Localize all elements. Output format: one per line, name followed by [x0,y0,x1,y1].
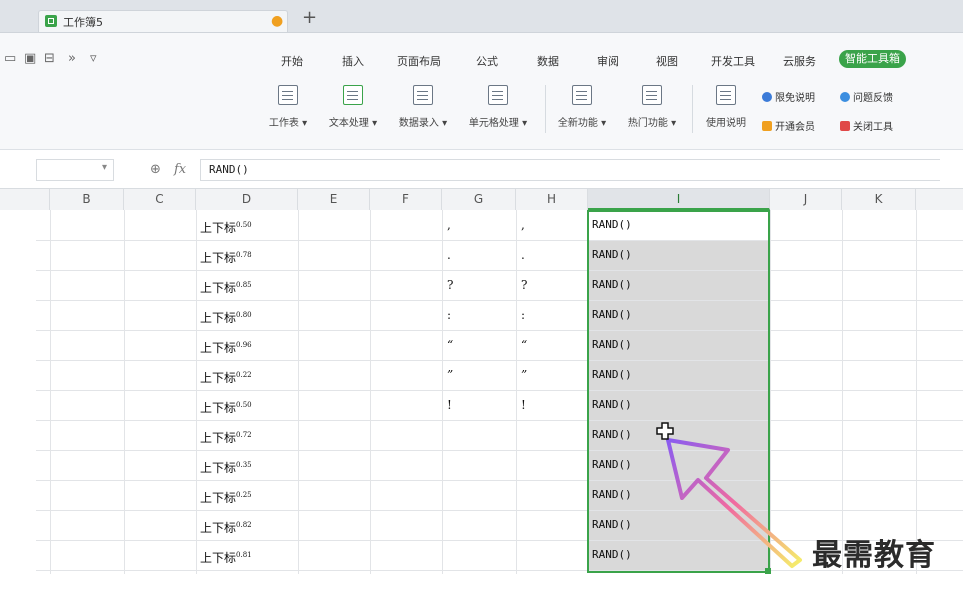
column-h-header[interactable]: H [516,189,588,210]
column-d-header[interactable]: D [196,189,298,210]
column-j-header[interactable]: J [770,189,842,210]
column-c-header[interactable]: C [124,189,196,210]
cell-processing-icon [488,85,508,105]
cell-g-row-7[interactable]: ! [447,390,452,420]
cell-d-row-6[interactable]: 上下标0.22 [200,360,252,390]
column-header: B C D E F G H I J K [0,189,963,211]
document-tab[interactable]: 工作簿5 ● [38,10,288,32]
column-f-header[interactable]: F [370,189,442,210]
ribbon-divider [692,85,693,133]
cell-h-row-3[interactable]: ? [521,270,527,300]
watermark: 最需教育 [812,538,936,573]
row-header-corner[interactable] [0,189,50,210]
close-icon [840,121,850,131]
fx-icon[interactable]: fx [174,162,186,177]
column-b-header[interactable]: B [50,189,124,210]
menu-page-layout[interactable]: 页面布局 [397,53,441,69]
column-header-filler [916,189,963,210]
feedback-button[interactable]: 问题反馈 [840,89,893,104]
formula-input[interactable]: RAND() [200,159,940,181]
cell-d-row-9[interactable]: 上下标0.35 [200,450,252,480]
menu-view[interactable]: 视图 [656,53,678,69]
text-processing-icon [343,85,363,105]
crown-icon [762,121,772,131]
bottom-area [0,574,963,589]
membership-button[interactable]: 开通会员 [762,118,815,133]
cell-d-row-11[interactable]: 上下标0.82 [200,510,252,540]
save-icon[interactable]: ▣ [24,51,36,66]
cell-d-row-8[interactable]: 上下标0.72 [200,420,252,450]
cell-g-row-4[interactable]: : [447,300,451,330]
menu-review[interactable]: 审阅 [597,53,619,69]
cell-d-row-10[interactable]: 上下标0.25 [200,480,252,510]
cell-h-row-2[interactable]: . [521,240,525,270]
new-features-button[interactable]: 全新功能 ▾ [550,85,614,130]
zoom-icon[interactable]: ⊕ [150,162,161,177]
print-icon[interactable]: ⊟ [44,51,55,66]
cell-h-row-7[interactable]: ! [521,390,526,420]
new-features-icon [572,85,592,105]
menu-cloud[interactable]: 云服务 [783,53,816,69]
worksheet-button[interactable]: 工作表 ▾ [262,85,314,130]
usage-guide-button[interactable]: 使用说明 [698,85,754,130]
cell-d-row-12[interactable]: 上下标0.81 [200,540,252,570]
unsaved-dot-icon: ● [271,13,284,29]
text-processing-button[interactable]: 文本处理 ▾ [320,85,386,130]
cell-d-row-1[interactable]: 上下标0.50 [200,210,252,240]
menu-smart-tools[interactable]: 智能工具箱 [839,50,906,68]
cell-d-row-5[interactable]: 上下标0.96 [200,330,252,360]
cell-g-row-3[interactable]: ? [447,270,453,300]
data-entry-button[interactable]: 数据录入 ▾ [390,85,456,130]
menu-insert[interactable]: 插入 [342,53,364,69]
menu-start[interactable]: 开始 [281,53,303,69]
formula-bar: ▾ ⊕ fx RAND() [0,150,963,189]
cell-g-row-6[interactable]: ” [447,360,453,390]
cell-d-row-7[interactable]: 上下标0.50 [200,390,252,420]
cell-d-row-2[interactable]: 上下标0.78 [200,240,252,270]
dropdown-icon[interactable]: ▿ [90,51,97,66]
help-icon [840,92,850,102]
open-icon[interactable]: ▭ [4,51,16,66]
cell-g-row-2[interactable]: . [447,240,451,270]
ribbon-divider [545,85,546,133]
cell-h-row-1[interactable]: , [521,210,525,240]
worksheet-icon [278,85,298,105]
cell-g-row-5[interactable]: “ [447,330,453,360]
new-tab-button[interactable]: + [302,8,317,28]
annotation-arrow-icon [666,438,802,568]
column-g-header[interactable]: G [442,189,516,210]
name-box[interactable]: ▾ [36,159,114,181]
document-title: 工作簿5 [63,16,103,29]
cell-processing-button[interactable]: 单元格处理 ▾ [459,85,537,130]
popular-features-icon [642,85,662,105]
usage-guide-icon [716,85,736,105]
cell-h-row-4[interactable]: : [521,300,525,330]
toolbar: ▭ ▣ ⊟ » ▿ 开始 插入 页面布局 公式 数据 审阅 视图 开发工具 云服… [0,33,963,150]
column-k-header[interactable]: K [842,189,916,210]
title-bar: 工作簿5 ● + [0,0,963,33]
column-e-header[interactable]: E [298,189,370,210]
cell-g-row-1[interactable]: , [447,210,451,240]
column-i-header[interactable]: I [588,189,770,210]
data-entry-icon [413,85,433,105]
menu-data[interactable]: 数据 [537,53,559,69]
menu-formulas[interactable]: 公式 [476,53,498,69]
more-icon[interactable]: » [68,51,76,66]
cell-d-row-3[interactable]: 上下标0.85 [200,270,252,300]
cell-d-row-4[interactable]: 上下标0.80 [200,300,252,330]
popular-features-button[interactable]: 热门功能 ▾ [620,85,684,130]
cell-h-row-6[interactable]: ” [521,360,527,390]
tag-icon [762,92,772,102]
cell-cursor-icon [656,422,674,440]
menu-developer[interactable]: 开发工具 [711,53,755,69]
chevron-down-icon[interactable]: ▾ [102,162,107,173]
spreadsheet-icon [45,15,57,27]
cell-h-row-5[interactable]: “ [521,330,527,360]
close-tools-button[interactable]: 关闭工具 [840,118,893,133]
free-info-button[interactable]: 限免说明 [762,89,815,104]
